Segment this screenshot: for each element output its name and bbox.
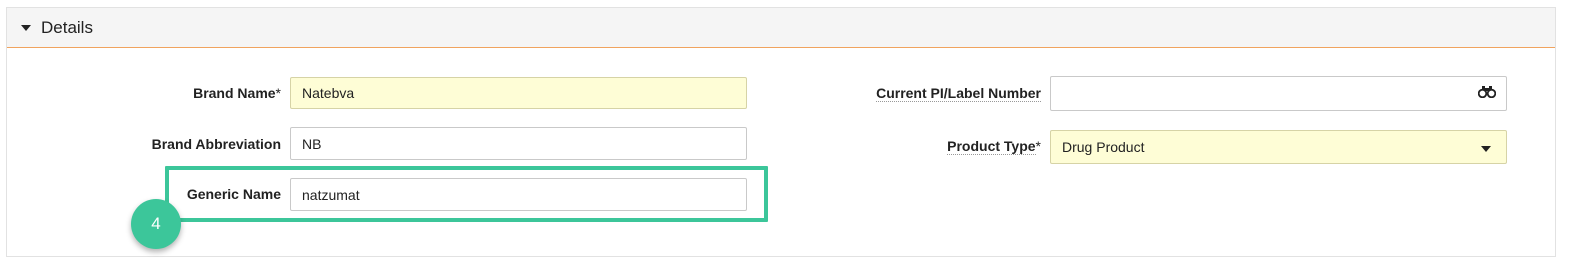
brand-name-value: Natebva — [302, 85, 355, 101]
step-badge: 4 — [131, 199, 181, 249]
brand-abbreviation-value: NB — [302, 135, 322, 152]
caret-down-icon[interactable] — [21, 24, 31, 31]
product-type-label: Product Type* — [947, 138, 1041, 155]
details-section-header[interactable]: Details — [7, 8, 1555, 48]
generic-name-highlight — [165, 166, 768, 222]
brand-name-label: Brand Name* — [193, 85, 281, 101]
product-type-value: Drug Product — [1062, 139, 1145, 155]
section-title: Details — [41, 17, 93, 37]
binoculars-icon[interactable] — [1478, 86, 1496, 98]
brand-abbreviation-label: Brand Abbreviation — [151, 136, 281, 152]
brand-abbreviation-input[interactable]: NB — [290, 127, 747, 160]
chevron-down-icon[interactable] — [1481, 146, 1491, 152]
current-pi-label-number-input[interactable] — [1050, 76, 1507, 111]
product-type-select[interactable]: Drug Product — [1050, 130, 1507, 164]
current-pi-label-number-label: Current PI/Label Number — [876, 85, 1041, 102]
brand-name-input[interactable]: Natebva — [290, 77, 747, 109]
